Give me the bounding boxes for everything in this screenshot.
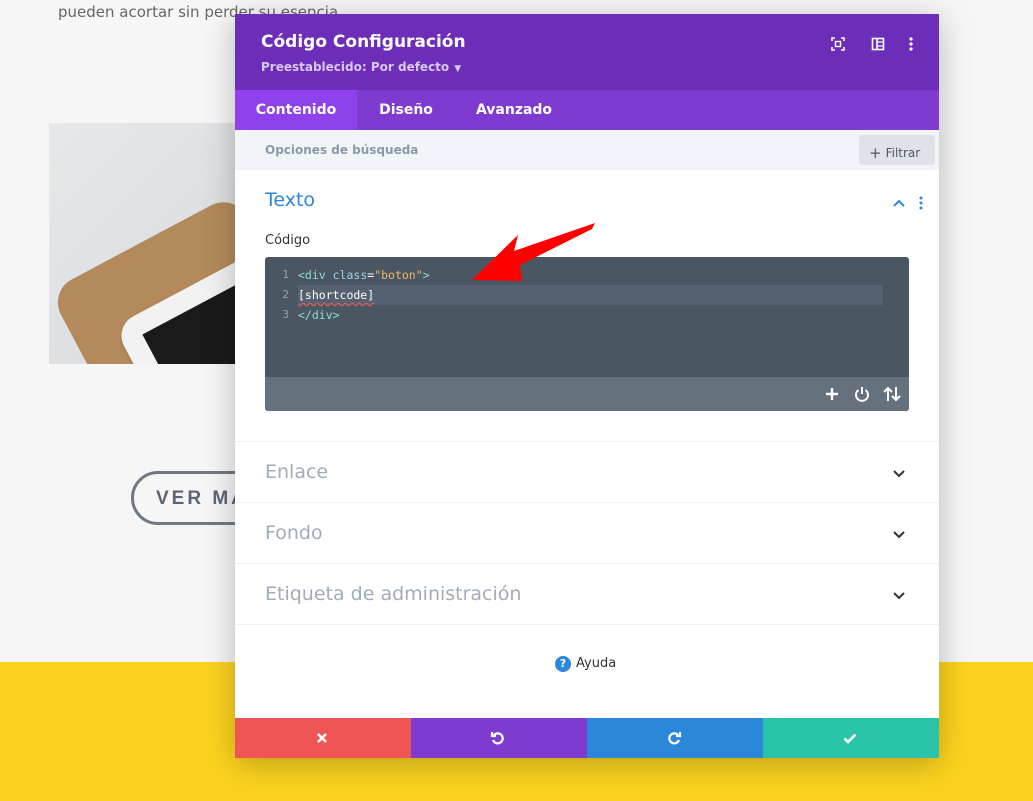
preset-label: Preestablecido: Por defecto bbox=[261, 60, 450, 74]
filter-button[interactable]: + Filtrar bbox=[859, 135, 935, 165]
chevron-down-icon[interactable] bbox=[891, 526, 907, 542]
code-settings-modal: Código Configuración Preestablecido: Por… bbox=[235, 14, 939, 758]
background-phone-image bbox=[49, 123, 249, 364]
section-divider bbox=[235, 624, 939, 625]
more-options-icon[interactable] bbox=[901, 34, 921, 54]
code-tag-open: <div bbox=[298, 268, 333, 282]
editor-toolbar bbox=[265, 377, 909, 411]
line-number: 2 bbox=[282, 288, 289, 301]
sort-arrows-icon[interactable] bbox=[882, 385, 901, 403]
chevron-down-icon[interactable] bbox=[891, 587, 907, 603]
modal-title: Código Configuración bbox=[261, 32, 466, 52]
code-tag-close: > bbox=[422, 268, 430, 282]
modal-footer bbox=[235, 718, 939, 758]
section-etiqueta-title[interactable]: Etiqueta de administración bbox=[265, 583, 521, 605]
help-link[interactable]: ? Ayuda bbox=[555, 656, 616, 672]
power-icon[interactable] bbox=[853, 385, 871, 403]
line-number-gutter: 1 2 3 bbox=[265, 265, 293, 325]
line-number: 1 bbox=[282, 268, 289, 281]
fullscreen-icon[interactable] bbox=[828, 34, 848, 54]
cancel-button[interactable] bbox=[235, 718, 411, 758]
code-tag-end: </div> bbox=[298, 308, 340, 322]
code-shortcode: [shortcode] bbox=[298, 288, 375, 302]
section-options-icon[interactable] bbox=[918, 195, 928, 211]
line-number: 3 bbox=[282, 308, 289, 321]
split-view-icon[interactable] bbox=[868, 34, 888, 54]
section-enlace-title[interactable]: Enlace bbox=[265, 461, 328, 483]
chevron-up-icon[interactable] bbox=[891, 195, 907, 211]
search-input[interactable]: Opciones de búsqueda bbox=[265, 143, 418, 157]
tab-diseno[interactable]: Diseño bbox=[357, 90, 455, 130]
caret-down-icon: ▼ bbox=[451, 64, 462, 74]
preset-selector[interactable]: Preestablecido: Por defecto ▼ bbox=[261, 60, 461, 74]
section-divider bbox=[235, 502, 939, 503]
undo-button[interactable] bbox=[411, 718, 587, 758]
section-texto-title[interactable]: Texto bbox=[265, 189, 315, 211]
code-string: "boton" bbox=[374, 268, 423, 282]
help-label: Ayuda bbox=[576, 656, 617, 671]
redo-icon bbox=[668, 732, 682, 745]
code-field-label: Código bbox=[265, 233, 311, 248]
tab-contenido[interactable]: Contenido bbox=[235, 90, 357, 130]
close-icon bbox=[317, 733, 327, 743]
undo-icon bbox=[490, 732, 504, 745]
section-divider bbox=[235, 441, 939, 442]
section-divider bbox=[235, 563, 939, 564]
redo-button[interactable] bbox=[587, 718, 763, 758]
plus-icon: + bbox=[869, 144, 882, 162]
chevron-down-icon[interactable] bbox=[891, 465, 907, 481]
modal-header: Código Configuración Preestablecido: Por… bbox=[235, 14, 939, 90]
tab-avanzado[interactable]: Avanzado bbox=[455, 90, 573, 130]
save-button[interactable] bbox=[763, 718, 939, 758]
section-fondo-title[interactable]: Fondo bbox=[265, 522, 323, 544]
annotation-arrow-icon bbox=[472, 223, 595, 281]
filter-label: Filtrar bbox=[885, 146, 921, 160]
code-attribute: class bbox=[332, 268, 368, 282]
options-search-bar[interactable]: Opciones de búsqueda + Filtrar bbox=[235, 130, 939, 170]
help-icon: ? bbox=[555, 656, 571, 672]
code-line[interactable]: </div> bbox=[298, 305, 883, 325]
check-icon bbox=[843, 733, 857, 744]
add-icon[interactable] bbox=[823, 385, 841, 403]
modal-tabs: Contenido Diseño Avanzado bbox=[235, 90, 939, 130]
